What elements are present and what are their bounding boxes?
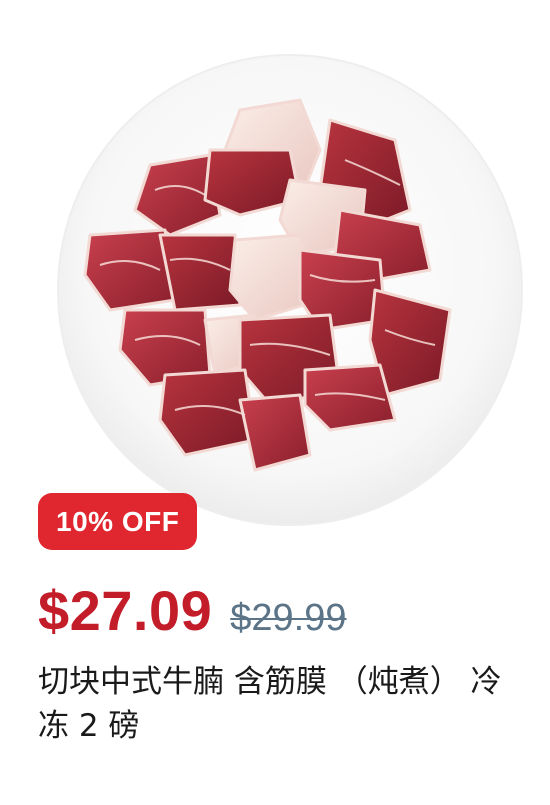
beef-plate-illustration [57,54,523,526]
product-image[interactable] [0,0,550,540]
price-row: $27.09 $29.99 [38,578,347,648]
current-price: $27.09 [38,579,213,642]
product-title[interactable]: 切块中式牛腩 含筋膜 （炖煮） 冷冻 2 磅 [38,660,508,748]
product-card[interactable]: 10% OFF $27.09 $29.99 切块中式牛腩 含筋膜 （炖煮） 冷冻… [0,0,550,805]
discount-badge: 10% OFF [38,493,198,550]
original-price: $29.99 [230,597,347,639]
